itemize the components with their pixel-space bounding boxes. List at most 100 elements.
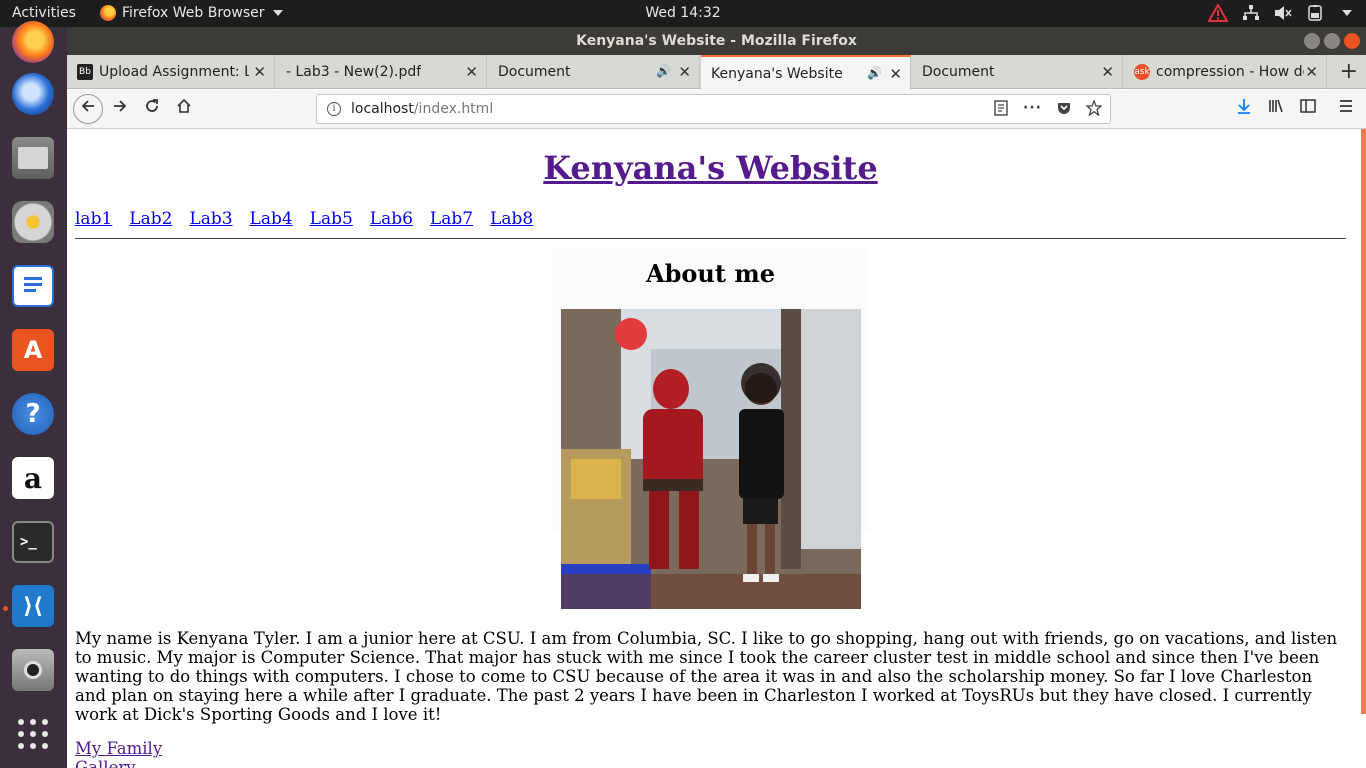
- tab-upload-assignment[interactable]: Bb Upload Assignment: La ✕: [67, 55, 275, 89]
- profile-photo: [561, 309, 861, 609]
- network-icon[interactable]: [1242, 5, 1260, 21]
- nav-link-lab3[interactable]: Lab3: [189, 209, 232, 229]
- libreoffice-writer-dock-icon[interactable]: [12, 265, 54, 307]
- tab-label: Upload Assignment: La: [99, 64, 249, 80]
- system-tray[interactable]: [1208, 4, 1352, 22]
- chevron-down-icon[interactable]: [1342, 10, 1352, 16]
- reload-icon: [146, 99, 158, 112]
- tab-document-1[interactable]: Document 🔊 ✕: [488, 55, 700, 89]
- url-text[interactable]: localhost/index.html: [351, 101, 493, 117]
- amazon-dock-icon[interactable]: a: [12, 457, 54, 499]
- tab-kenyanas-website[interactable]: Kenyana's Website 🔊 ✕: [701, 55, 911, 90]
- home-icon: [177, 98, 191, 113]
- window-title: Kenyana's Website - Mozilla Firefox: [576, 33, 857, 49]
- tab-label: compression - How do: [1156, 64, 1304, 80]
- camera-dock-icon[interactable]: [12, 649, 54, 691]
- thunderbird-dock-icon[interactable]: [12, 73, 54, 115]
- hamburger-menu-icon: [1340, 100, 1352, 112]
- sidebar-button[interactable]: [1297, 98, 1319, 120]
- library-button[interactable]: [1265, 98, 1287, 120]
- tab-lab3-pdf[interactable]: - Lab3 - New(2).pdf ✕: [276, 55, 487, 89]
- new-tab-button[interactable]: +: [1340, 59, 1358, 84]
- lab-nav: lab1 Lab2 Lab3 Lab4 Lab5 Lab6 Lab7 Lab8: [75, 209, 550, 229]
- ask-icon: ask: [1134, 64, 1150, 80]
- tab-compression[interactable]: ask compression - How do ✕: [1124, 55, 1327, 89]
- nav-link-lab6[interactable]: Lab6: [370, 209, 413, 229]
- sidebar-icon: [1300, 99, 1316, 113]
- forward-button[interactable]: [109, 98, 131, 120]
- nav-link-lab4[interactable]: Lab4: [250, 209, 293, 229]
- tab-label: Document: [498, 64, 571, 80]
- files-dock-icon[interactable]: [12, 137, 54, 179]
- gallery-link[interactable]: Gallery: [75, 758, 162, 768]
- close-tab-icon[interactable]: ✕: [253, 63, 266, 81]
- reader-view-icon[interactable]: [993, 100, 1009, 116]
- site-title: Kenyana's Website: [67, 149, 1354, 187]
- blackboard-icon: Bb: [77, 64, 93, 80]
- page-content[interactable]: Kenyana's Website lab1 Lab2 Lab3 Lab4 Lab5 La…: [67, 129, 1366, 768]
- page-actions-icon[interactable]: ···: [1023, 100, 1042, 116]
- speaker-icon[interactable]: 🔊: [656, 64, 671, 78]
- terminal-dock-icon[interactable]: >_: [12, 521, 54, 563]
- clock[interactable]: Wed 14:32: [645, 5, 720, 21]
- pocket-icon[interactable]: [1056, 100, 1072, 116]
- help-dock-icon[interactable]: ?: [12, 393, 54, 435]
- navigation-toolbar: i localhost/index.html ···: [67, 90, 1366, 129]
- nav-link-lab8[interactable]: Lab8: [490, 209, 533, 229]
- tab-document-2[interactable]: Document ✕: [912, 55, 1123, 89]
- vscode-dock-icon[interactable]: ⟩⟨: [12, 585, 54, 627]
- reload-button[interactable]: [141, 98, 163, 120]
- dock: A ? a >_ ⟩⟨: [0, 21, 67, 768]
- site-title-link[interactable]: Kenyana's Website: [543, 149, 877, 187]
- window-titlebar[interactable]: Kenyana's Website - Mozilla Firefox: [67, 27, 1366, 55]
- app-menu[interactable]: Firefox Web Browser: [100, 5, 283, 21]
- back-button[interactable]: [73, 94, 103, 124]
- tab-label: - Lab3 - New(2).pdf: [286, 64, 422, 80]
- app-menu-label: Firefox Web Browser: [122, 5, 265, 21]
- system-top-bar: Activities Firefox Web Browser Wed 14:32: [0, 0, 1366, 27]
- activities-button[interactable]: Activities: [12, 5, 76, 21]
- warning-icon[interactable]: [1208, 4, 1228, 22]
- minimize-button[interactable]: [1304, 33, 1320, 49]
- bookmark-star-icon[interactable]: [1086, 100, 1102, 116]
- home-button[interactable]: [173, 98, 195, 120]
- close-tab-icon[interactable]: ✕: [1305, 63, 1318, 81]
- tab-label: Kenyana's Website: [711, 65, 843, 82]
- nav-link-lab1[interactable]: lab1: [75, 209, 112, 229]
- nav-link-lab7[interactable]: Lab7: [430, 209, 473, 229]
- page-links: My Family Gallery: [75, 739, 162, 768]
- address-bar[interactable]: i localhost/index.html ···: [316, 94, 1111, 124]
- info-icon[interactable]: i: [327, 102, 341, 116]
- download-icon: [1238, 99, 1250, 114]
- volume-muted-icon[interactable]: [1274, 5, 1292, 21]
- scrollbar[interactable]: [1361, 129, 1366, 714]
- nav-link-lab2[interactable]: Lab2: [129, 209, 172, 229]
- show-applications-icon[interactable]: [16, 717, 50, 751]
- close-tab-icon[interactable]: ✕: [889, 65, 902, 83]
- maximize-button[interactable]: [1324, 33, 1340, 49]
- running-indicator: [3, 606, 8, 611]
- firefox-icon: [100, 5, 116, 21]
- divider: [75, 238, 1346, 239]
- battery-icon[interactable]: [1306, 5, 1326, 21]
- library-icon: [1269, 99, 1283, 113]
- rhythmbox-dock-icon[interactable]: [12, 201, 54, 243]
- speaker-icon[interactable]: 🔊: [867, 66, 882, 80]
- software-center-dock-icon[interactable]: A: [12, 329, 54, 371]
- close-window-button[interactable]: [1344, 33, 1360, 49]
- bio-paragraph: My name is Kenyana Tyler. I am a junior …: [75, 629, 1338, 724]
- nav-link-lab5[interactable]: Lab5: [310, 209, 353, 229]
- firefox-window: Kenyana's Website - Mozilla Firefox Bb U…: [67, 27, 1366, 768]
- downloads-button[interactable]: [1233, 98, 1255, 120]
- close-tab-icon[interactable]: ✕: [678, 63, 691, 81]
- url-path: /index.html: [413, 101, 494, 117]
- back-arrow-icon: [81, 100, 94, 112]
- firefox-dock-icon[interactable]: [12, 21, 54, 63]
- about-heading: About me: [646, 259, 775, 288]
- close-tab-icon[interactable]: ✕: [465, 63, 478, 81]
- my-family-link[interactable]: My Family: [75, 739, 162, 758]
- photo-illustration: [561, 309, 861, 609]
- tab-label: Document: [922, 64, 995, 80]
- menu-button[interactable]: [1335, 98, 1357, 120]
- close-tab-icon[interactable]: ✕: [1101, 63, 1114, 81]
